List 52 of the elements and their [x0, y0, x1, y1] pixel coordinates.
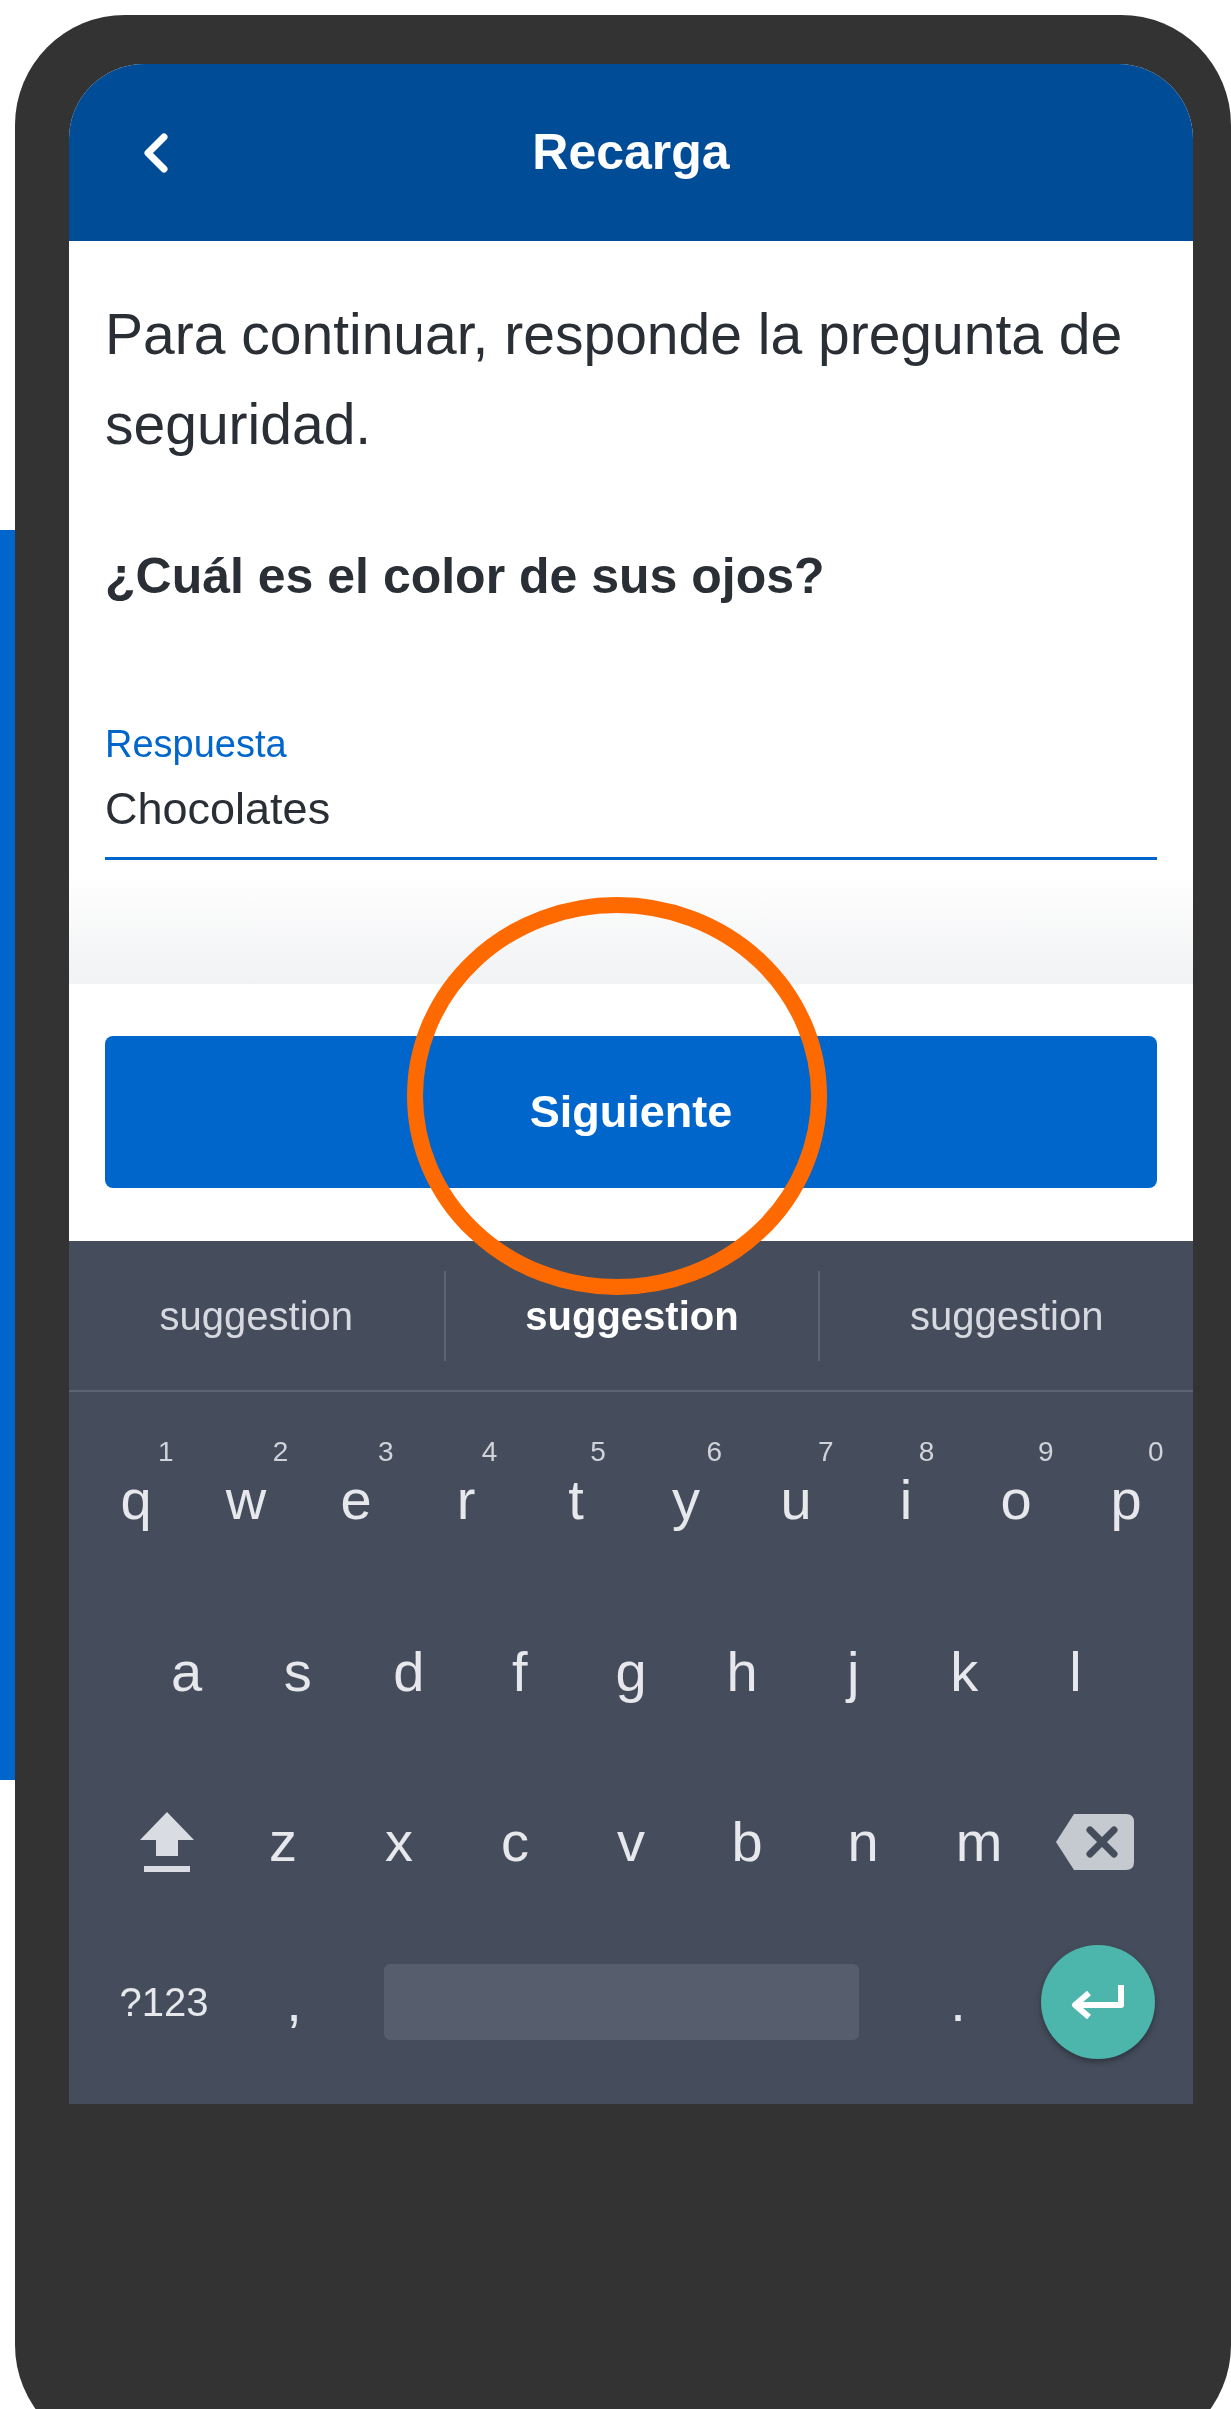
keyboard-key[interactable]: v [611, 1807, 651, 1877]
key-hint: 5 [590, 1436, 606, 1467]
backspace-icon[interactable] [1056, 1814, 1134, 1870]
keyboard-key[interactable]: p 0 [1088, 1436, 1164, 1535]
keyboard-key[interactable]: u 7 [758, 1436, 834, 1535]
key-hint: 0 [1148, 1436, 1164, 1467]
keyboard-key[interactable]: q 1 [98, 1436, 174, 1535]
key-hint: 7 [818, 1436, 834, 1467]
enter-icon [1069, 1983, 1127, 2021]
keyboard-key[interactable]: g [609, 1637, 653, 1707]
symbols-key[interactable]: ?123 [119, 1977, 209, 2027]
keyboard-key[interactable]: b [725, 1807, 769, 1877]
keyboard-key[interactable]: w 2 [203, 1436, 289, 1535]
key-hint: 4 [481, 1436, 498, 1467]
keyboard-key[interactable]: a [164, 1637, 209, 1707]
suggestion-chip[interactable]: suggestion [159, 1285, 354, 1346]
keyboard-key[interactable]: x [379, 1807, 419, 1877]
keyboard-key[interactable]: j [841, 1637, 866, 1707]
instruction-text: Para continuar, responde la pregunta de seguridad. [105, 301, 1124, 458]
keyboard-key[interactable]: d [387, 1637, 431, 1707]
keyboard-key[interactable]: n [841, 1807, 885, 1877]
back-icon [142, 132, 168, 173]
keyboard-key[interactable]: y 6 [650, 1436, 722, 1535]
key-hint: 2 [272, 1436, 289, 1467]
key-hint: 3 [378, 1436, 394, 1467]
key-hint: 6 [706, 1436, 722, 1467]
key-hint: 8 [918, 1436, 935, 1467]
keyboard-key[interactable]: , [280, 1967, 308, 2037]
keyboard-key[interactable]: l [1063, 1637, 1088, 1707]
next-button[interactable]: Siguiente [105, 1036, 1157, 1188]
key-hint: 1 [158, 1436, 174, 1467]
keyboard-key[interactable]: i 8 [877, 1436, 935, 1535]
answer-input[interactable]: Chocolates [105, 779, 1157, 839]
keyboard-key[interactable]: m [949, 1807, 1009, 1877]
suggestion-chip[interactable]: suggestion [525, 1285, 739, 1346]
keyboard-key[interactable]: z [263, 1807, 303, 1877]
keyboard-key[interactable]: e 3 [318, 1436, 394, 1535]
keyboard-key[interactable]: k [944, 1637, 985, 1707]
keyboard-key[interactable]: c [495, 1807, 535, 1877]
answer-field[interactable]: Respuesta Chocolates [105, 721, 1157, 860]
security-question: ¿Cuál es el color de sus ojos? [105, 547, 826, 606]
keyboard-key[interactable]: f [506, 1637, 534, 1707]
shift-icon[interactable] [138, 1810, 196, 1874]
keyboard-key[interactable]: o 9 [978, 1436, 1054, 1535]
suggestion-chip[interactable]: suggestion [909, 1285, 1104, 1346]
key-hint: 9 [1038, 1436, 1054, 1467]
keyboard-key[interactable]: h [720, 1637, 764, 1707]
keyboard-key[interactable]: t 5 [546, 1436, 606, 1535]
keyboard-key[interactable]: s [277, 1637, 318, 1707]
keyboard-key[interactable]: r 4 [434, 1436, 498, 1535]
screen-title: Recarga [531, 123, 731, 182]
keyboard-key[interactable]: . [944, 1967, 972, 2037]
